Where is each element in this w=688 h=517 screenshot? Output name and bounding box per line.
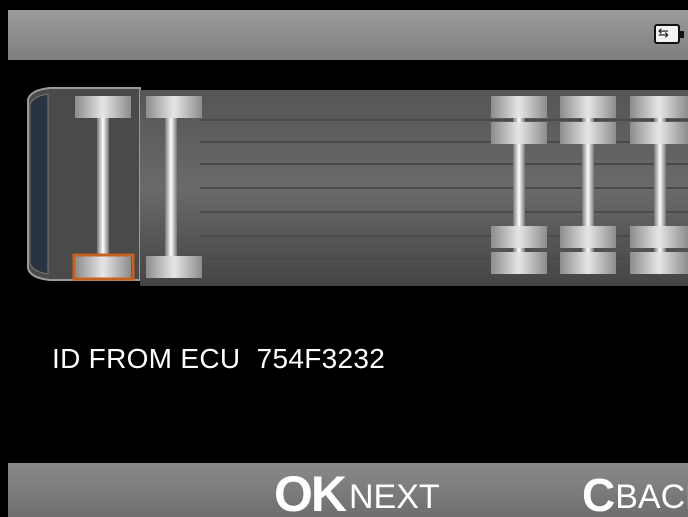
wheel-axle4-left-inner[interactable] (560, 122, 616, 144)
wheel-axle2-right[interactable] (146, 256, 202, 278)
battery-icon: ⇆ (654, 24, 684, 44)
wheel-front-left[interactable] (75, 96, 131, 118)
next-label: NEXT (349, 478, 440, 516)
ecu-id-gap (240, 343, 256, 374)
ecu-id-readout: ID FROM ECU 754F3232 (52, 343, 385, 375)
header-bar: ⇆ (8, 10, 688, 60)
wheel-axle5-right-outer[interactable] (630, 252, 688, 274)
wheel-axle3-right-inner[interactable] (491, 226, 547, 248)
next-button[interactable]: OK NEXT (274, 469, 440, 517)
wheel-axle5-right-inner[interactable] (630, 226, 688, 248)
wheel-axle3-left-outer[interactable] (491, 96, 547, 118)
ecu-id-label: ID FROM ECU (52, 343, 241, 374)
wheel-axle4-right-outer[interactable] (560, 252, 616, 274)
wheel-axle3-left-inner[interactable] (491, 122, 547, 144)
axle-1 (97, 110, 109, 258)
axle-2 (165, 110, 177, 258)
wheel-axle5-left-outer[interactable] (630, 96, 688, 118)
wheel-axle4-left-outer[interactable] (560, 96, 616, 118)
c-key-label: C (582, 469, 616, 517)
footer-bar: OK NEXT C BACK (8, 463, 688, 517)
battery-tip (680, 31, 684, 38)
back-label: BACK (615, 478, 688, 516)
windshield (29, 93, 49, 275)
ok-key-label: OK (274, 466, 347, 517)
wheel-axle5-left-inner[interactable] (630, 122, 688, 144)
wheel-axle4-right-inner[interactable] (560, 226, 616, 248)
wheel-axle3-right-outer[interactable] (491, 252, 547, 274)
vehicle-diagram (27, 87, 688, 286)
ecu-id-value: 754F3232 (256, 343, 386, 374)
charging-glyph: ⇆ (658, 26, 669, 41)
back-button[interactable]: C BACK (582, 469, 688, 517)
wheel-front-right[interactable] (75, 256, 131, 278)
wheel-axle2-left[interactable] (146, 96, 202, 118)
